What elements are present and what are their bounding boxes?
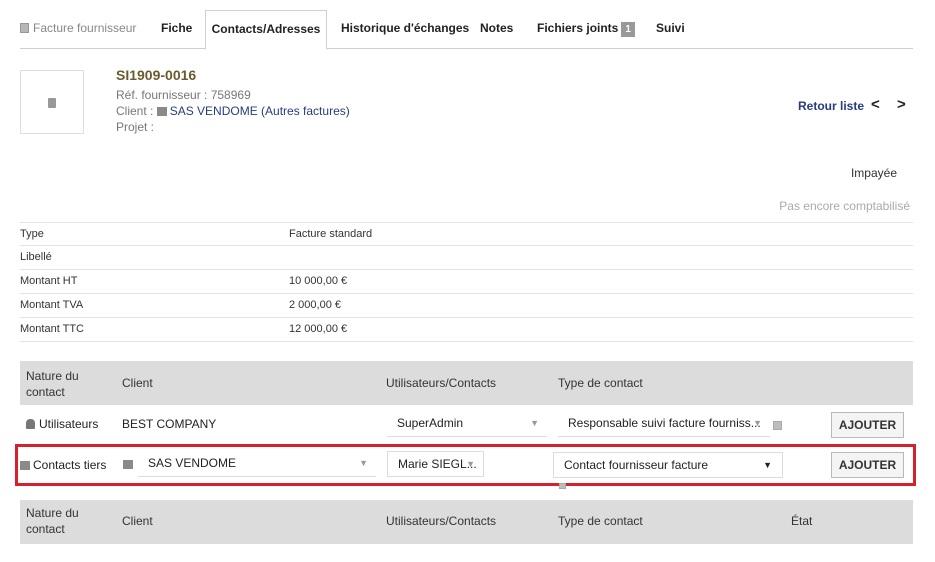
montant-tva-value: 2 000,00 € [289, 299, 341, 311]
tab-notes[interactable]: Notes [480, 10, 513, 49]
project-line: Projet : [116, 120, 155, 134]
back-to-list-link[interactable]: Retour liste [798, 99, 864, 113]
tab-fiche[interactable]: Fiche [161, 10, 192, 49]
tab-fichiers-joints[interactable]: Fichiers joints 1 [537, 10, 635, 49]
type-value: Facture standard [289, 228, 373, 240]
client-link[interactable]: SAS VENDOME (Autres factures) [170, 104, 350, 118]
dropdown-arrow-icon: ▼ [359, 458, 368, 468]
montant-ttc-label: Montant TTC [20, 323, 84, 335]
dropdown-arrow-icon: ▼ [530, 418, 539, 428]
contacts-form-header: Nature du contact Client Utilisateurs/Co… [20, 361, 913, 405]
contact-select[interactable]: Marie SIEGL... ▼ [387, 451, 484, 477]
dropdown-arrow-icon: ▼ [763, 460, 772, 470]
next-button[interactable]: > [897, 96, 906, 113]
dropdown-arrow-icon: ▼ [753, 418, 762, 428]
tab-suivi[interactable]: Suivi [656, 10, 685, 49]
previous-button[interactable]: < [871, 96, 880, 113]
add-user-button[interactable]: AJOUTER [831, 412, 904, 438]
invoice-info-table: Type Facture standard Libellé Montant HT… [20, 222, 913, 342]
document-thumbnail[interactable] [20, 70, 84, 134]
list-state-header: État [791, 514, 813, 528]
company-icon [156, 107, 167, 116]
tiers-nature: Contacts tiers [20, 458, 106, 472]
users-header: Utilisateurs/Contacts [386, 376, 497, 390]
montant-ttc-value: 12 000,00 € [289, 323, 348, 335]
company-icon [123, 460, 133, 469]
supplier-ref: Réf. fournisseur : 758969 [116, 88, 251, 102]
invoice-icon [20, 23, 29, 33]
tab-bar: Facture fournisseur Fiche Contacts/Adres… [20, 10, 913, 50]
dropdown-arrow-icon: ▼ [466, 459, 475, 469]
client-header: Client [122, 376, 153, 390]
client-line: Client : SAS VENDOME (Autres factures) [116, 104, 350, 118]
table-row: Type Facture standard [20, 222, 913, 246]
montant-ht-value: 10 000,00 € [289, 275, 348, 287]
montant-tva-label: Montant TVA [20, 299, 84, 311]
table-row: Montant TTC 12 000,00 € [20, 318, 913, 342]
files-count-badge: 1 [621, 22, 635, 37]
montant-ht-label: Montant HT [20, 275, 78, 287]
user-contact-type-select[interactable]: Responsable suivi facture fourniss... ▼ [558, 411, 770, 437]
payment-status: Impayée [850, 166, 897, 180]
document-icon [48, 98, 56, 108]
type-label: Type [20, 228, 44, 240]
table-row: Libellé [20, 246, 913, 270]
contacts-list-header: Nature du contact Client Utilisateurs/Co… [20, 500, 913, 544]
nature-header: Nature du contact [26, 369, 79, 399]
third-party-contact-row: Contacts tiers SAS VENDOME ▼ Marie SIEGL.… [20, 447, 913, 483]
list-client-header: Client [122, 514, 153, 528]
edit-dictionary-icon[interactable] [559, 483, 566, 489]
tiers-contact-type-select[interactable]: Contact fournisseur facture ▼ [553, 452, 783, 478]
tab-contacts-adresses[interactable]: Contacts/Adresses [205, 10, 327, 50]
user-select[interactable]: SuperAdmin ▼ [387, 411, 547, 437]
list-type-header: Type de contact [558, 514, 643, 528]
tab-facture-fournisseur[interactable]: Facture fournisseur [20, 10, 136, 49]
company-icon [20, 461, 30, 470]
third-party-select[interactable]: SAS VENDOME ▼ [138, 451, 376, 477]
accounting-status: Pas encore comptabilisé [779, 199, 910, 213]
add-contact-button[interactable]: AJOUTER [831, 452, 904, 478]
tab-historique[interactable]: Historique d'échanges [341, 10, 469, 49]
libelle-label: Libellé [20, 251, 52, 263]
table-row: Montant HT 10 000,00 € [20, 270, 913, 294]
invoice-ref: SI1909-0016 [116, 67, 197, 83]
user-icon [26, 419, 35, 429]
list-nature-header: Nature du contact [26, 506, 79, 536]
users-contact-row: Utilisateurs BEST COMPANY SuperAdmin ▼ Re… [20, 407, 913, 443]
edit-dictionary-icon[interactable] [773, 421, 782, 430]
users-nature: Utilisateurs [26, 417, 98, 431]
users-client: BEST COMPANY [122, 417, 217, 431]
table-row: Montant TVA 2 000,00 € [20, 294, 913, 318]
list-users-header: Utilisateurs/Contacts [386, 514, 497, 528]
type-header: Type de contact [558, 376, 643, 390]
